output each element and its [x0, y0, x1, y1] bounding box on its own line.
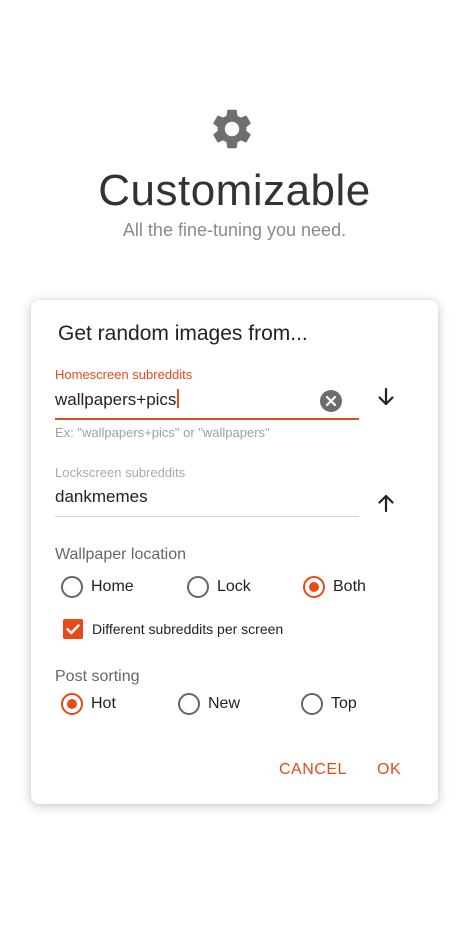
radio-both-label: Both — [333, 578, 366, 595]
close-icon — [325, 395, 337, 407]
homescreen-input-value: wallpapers+pics — [55, 390, 177, 409]
arrow-down-icon — [378, 387, 394, 406]
radio-circle-home — [61, 576, 83, 598]
cancel-button[interactable]: CANCEL — [279, 761, 347, 779]
lockscreen-input-underline — [55, 516, 359, 517]
homescreen-input-underline — [55, 418, 359, 420]
different-subreddits-checkbox-row[interactable]: Different subreddits per screen — [63, 619, 283, 639]
dialog-title: Get random images from... — [58, 322, 308, 345]
radio-hot[interactable]: Hot — [61, 693, 116, 715]
different-subreddits-label: Different subreddits per screen — [92, 621, 284, 637]
radio-top-label: Top — [331, 695, 357, 712]
radio-new[interactable]: New — [178, 693, 240, 715]
clear-input-button[interactable] — [320, 390, 342, 412]
radio-circle-lock — [187, 576, 209, 598]
arrow-up-icon — [378, 494, 394, 513]
radio-both[interactable]: Both — [303, 576, 366, 598]
ok-button[interactable]: OK — [377, 761, 401, 779]
radio-lock-label: Lock — [217, 578, 251, 595]
radio-new-label: New — [208, 695, 241, 712]
radio-lock[interactable]: Lock — [187, 576, 251, 598]
text-caret — [177, 389, 180, 408]
homescreen-helper-text: Ex: "wallpapers+pics" or "wallpapers" — [55, 425, 270, 440]
hero-subtitle: All the fine-tuning you need. — [122, 220, 347, 240]
wallpaper-location-label: Wallpaper location — [55, 546, 187, 563]
lockscreen-input[interactable]: dankmemes — [55, 487, 148, 507]
radio-circle-top — [301, 693, 323, 715]
radio-top[interactable]: Top — [301, 693, 357, 715]
homescreen-label: Homescreen subreddits — [55, 367, 193, 382]
radio-circle-new — [178, 693, 200, 715]
settings-dialog: Get random images from... Homescreen sub… — [31, 300, 438, 804]
hero-title: Customizable — [98, 166, 371, 215]
checkmark-icon — [66, 624, 80, 635]
radio-circle-hot-selected — [61, 693, 83, 715]
radio-circle-both-selected — [303, 576, 325, 598]
lockscreen-label: Lockscreen subreddits — [55, 465, 186, 480]
radio-home[interactable]: Home — [61, 576, 134, 598]
different-subreddits-checkbox[interactable] — [63, 619, 83, 639]
gear-icon — [213, 109, 251, 149]
homescreen-input[interactable]: wallpapers+pics — [55, 389, 180, 410]
post-sorting-label: Post sorting — [55, 668, 140, 685]
move-up-button[interactable] — [374, 491, 398, 515]
radio-hot-label: Hot — [91, 695, 116, 712]
radio-home-label: Home — [91, 578, 134, 595]
move-down-button[interactable] — [374, 385, 398, 409]
